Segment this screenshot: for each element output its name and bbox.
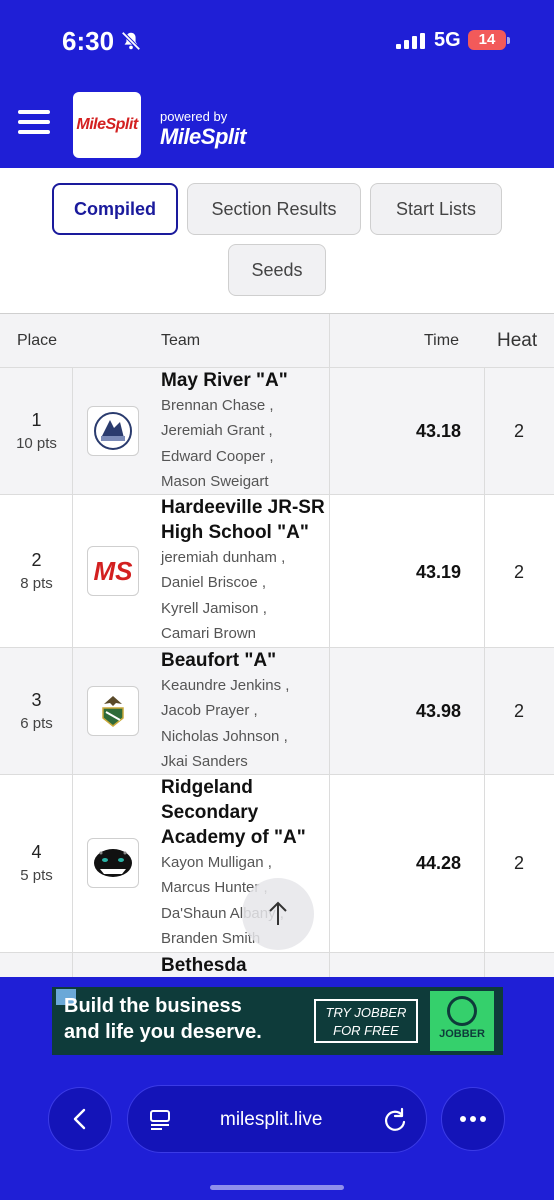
- ad-headline-line1: Build the business: [64, 995, 242, 1017]
- time-value: 44.28: [415, 853, 461, 873]
- home-indicator[interactable]: [210, 1185, 344, 1190]
- athlete-name[interactable]: Kyrell Jamison ,: [161, 596, 327, 621]
- column-divider: [484, 368, 485, 977]
- arrow-up-icon: [269, 901, 287, 925]
- time-value: 43.18: [415, 421, 461, 441]
- header-team: Team: [161, 332, 201, 349]
- site-header: 6:30 5G 14 MileSplit powered by MileSpli…: [0, 0, 554, 168]
- menu-icon[interactable]: [18, 110, 50, 136]
- powered-by-brand: MileSplit: [160, 124, 246, 149]
- team-logo: [87, 406, 139, 456]
- team-cell: May River "A" Brennan Chase , Jeremiah G…: [161, 368, 327, 494]
- place-points: 6 pts: [20, 715, 53, 732]
- place-cell: 4 5 pts: [0, 842, 73, 884]
- heat-value: 2: [513, 701, 524, 721]
- team-logo: MS: [87, 546, 139, 596]
- signal-icon: [396, 33, 425, 49]
- back-button[interactable]: [48, 1087, 112, 1151]
- team-logo: [87, 838, 139, 888]
- athlete-name[interactable]: Brennan Chase ,: [161, 393, 327, 418]
- shark-logo-icon: [94, 412, 132, 450]
- url-text: milesplit.live: [220, 1109, 323, 1130]
- battery-indicator: 14: [468, 30, 506, 50]
- scroll-to-top-button[interactable]: [242, 878, 314, 950]
- athlete-name[interactable]: Jkai Sanders: [161, 749, 327, 774]
- milesplit-logo-icon: MS: [93, 555, 133, 586]
- header-heat: Heat: [497, 330, 538, 351]
- header-place: Place: [17, 332, 58, 349]
- ad-banner[interactable]: Build the business and life you deserve.…: [52, 987, 503, 1055]
- heat-value: 2: [513, 562, 524, 582]
- athlete-name[interactable]: Jeremiah Grant ,: [161, 418, 327, 443]
- bell-off-icon: [121, 31, 141, 51]
- status-time: 6:30: [62, 26, 115, 56]
- network-type: 5G: [434, 29, 461, 51]
- chevron-left-icon: [73, 1108, 86, 1130]
- team-name[interactable]: Beaufort "A": [161, 648, 327, 673]
- athlete-name[interactable]: Kayon Mulligan ,: [161, 850, 327, 875]
- time-value: 43.19: [415, 562, 461, 582]
- place-number: 3: [31, 690, 42, 710]
- heat-value: 2: [513, 421, 524, 441]
- tab-seeds[interactable]: Seeds: [228, 244, 326, 296]
- jobber-logo-icon: [447, 996, 477, 1026]
- place-points: 5 pts: [20, 867, 53, 884]
- athlete-name[interactable]: jeremiah dunham ,: [161, 545, 327, 570]
- battery-tip: [507, 37, 510, 44]
- page-menu-icon[interactable]: [148, 1108, 172, 1132]
- table-row[interactable]: 3 6 pts Beaufort "A" Keaundre Jenkins , …: [0, 648, 554, 775]
- team-logo: [87, 686, 139, 736]
- more-options-button[interactable]: [441, 1087, 505, 1151]
- place-cell: 1 10 pts: [0, 410, 73, 452]
- athlete-name[interactable]: Keaundre Jenkins ,: [161, 673, 327, 698]
- team-cell: Beaufort "A" Keaundre Jenkins , Jacob Pr…: [161, 648, 327, 774]
- team-name[interactable]: Hardeeville JR-SR High School "A": [161, 495, 327, 545]
- column-divider: [329, 314, 330, 977]
- ad-brand-name: JOBBER: [439, 1028, 485, 1040]
- athlete-name[interactable]: Mason Sweigart: [161, 469, 327, 494]
- tab-compiled[interactable]: Compiled: [52, 183, 178, 235]
- logo-text: MileSplit: [76, 116, 138, 133]
- team-cell: Hardeeville JR-SR High School "A" jeremi…: [161, 495, 327, 646]
- site-logo[interactable]: MileSplit: [73, 92, 141, 158]
- team-cell: Bethesda: [161, 953, 327, 977]
- ad-headline-line2: and life you deserve.: [64, 1021, 262, 1043]
- place-points: 8 pts: [20, 575, 53, 592]
- athlete-name[interactable]: Jacob Prayer ,: [161, 698, 327, 723]
- team-name[interactable]: May River "A": [161, 368, 327, 393]
- heat-value: 2: [513, 853, 524, 873]
- header-time: Time: [424, 332, 459, 349]
- tab-start-lists[interactable]: Start Lists: [370, 183, 502, 235]
- place-cell: 2 8 pts: [0, 550, 73, 592]
- column-divider: [72, 368, 73, 977]
- place-cell: 3 6 pts: [0, 690, 73, 732]
- team-name[interactable]: Bethesda: [161, 953, 327, 977]
- place-number: 4: [31, 842, 42, 862]
- tab-section-results[interactable]: Section Results: [187, 183, 361, 235]
- eagle-crest-icon: [102, 696, 124, 727]
- powered-by-label: powered by: [160, 109, 228, 124]
- team-name[interactable]: Ridgeland Secondary Academy of "A": [161, 775, 327, 850]
- more-dots-icon: [460, 1116, 486, 1122]
- athlete-name[interactable]: Nicholas Johnson ,: [161, 724, 327, 749]
- ad-brand-logo: JOBBER: [430, 991, 494, 1051]
- athlete-name[interactable]: Camari Brown: [161, 621, 327, 646]
- time-value: 43.98: [415, 701, 461, 721]
- athlete-name[interactable]: Daniel Briscoe ,: [161, 570, 327, 595]
- address-bar[interactable]: milesplit.live: [127, 1085, 427, 1153]
- table-row[interactable]: 2 8 pts MS Hardeeville JR-SR High School…: [0, 495, 554, 648]
- ad-cta-button[interactable]: TRY JOBBER FOR FREE: [314, 999, 418, 1043]
- place-points: 10 pts: [16, 435, 57, 452]
- table-row[interactable]: 1 10 pts May River "A" Brennan Chase , J…: [0, 368, 554, 495]
- place-number: 2: [31, 550, 42, 570]
- table-row[interactable]: Bethesda: [0, 953, 554, 977]
- place-number: 1: [31, 410, 42, 430]
- jaguar-logo-icon: [94, 849, 132, 877]
- table-header: Place Team Time Heat: [0, 314, 554, 368]
- athlete-name[interactable]: Edward Cooper ,: [161, 444, 327, 469]
- reload-icon[interactable]: [382, 1107, 408, 1133]
